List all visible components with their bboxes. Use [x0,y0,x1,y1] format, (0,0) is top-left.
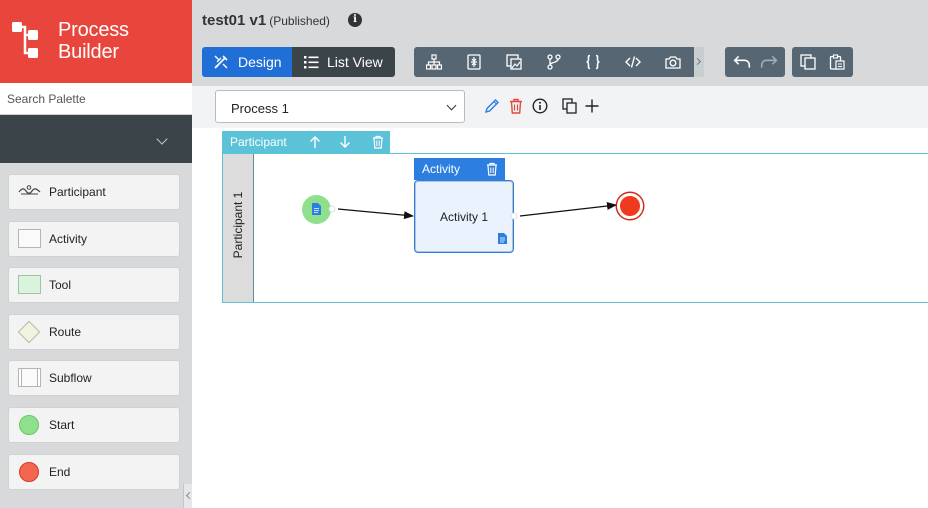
arrow-up-icon[interactable] [308,135,322,149]
copy-icon[interactable] [562,98,578,114]
copy-icon[interactable] [800,54,816,70]
process-title: test01 v1 [202,12,267,29]
process-select-value: Process 1 [231,101,289,116]
document-icon[interactable] [498,233,507,244]
sidebar-collapse-handle[interactable] [183,484,192,508]
participant-toolbar-label: Participant [230,135,287,149]
plus-icon[interactable] [584,98,600,114]
activity-node[interactable]: Activity 1 [414,180,514,253]
redo-icon[interactable] [760,53,778,71]
end-icon [19,461,39,482]
palette-item-label: Start [49,417,75,432]
info-circle-icon[interactable] [532,98,548,114]
participant-lane[interactable]: Participant 1 [222,153,928,303]
activity-icon [18,228,41,248]
palette-item-end[interactable]: End [8,453,180,490]
participant-name: Participant 1 [231,191,245,259]
image-icon[interactable] [506,54,522,70]
compress-icon[interactable] [466,54,482,70]
palette-item-participant[interactable]: Participant [8,174,180,210]
palette-item-label: Participant [49,185,106,199]
design-label: Design [238,54,282,70]
sidebar: Process Builder Participant Activity Too… [0,0,192,508]
search-palette-input[interactable] [0,83,192,115]
subflow-icon [18,368,41,388]
clipboard-toolbar [792,47,853,77]
trash-icon[interactable] [508,98,524,114]
palette-item-tool[interactable]: Tool [8,267,180,304]
camera-icon[interactable] [665,54,681,70]
info-icon[interactable]: i [348,13,362,27]
activity-name: Activity 1 [439,210,488,224]
tool-icon [18,275,41,295]
paste-icon[interactable] [829,54,845,70]
app-title-line1: Process [58,19,129,41]
code-icon[interactable] [625,54,641,70]
palette-list: Participant Activity Tool Route Subflow … [8,174,180,500]
activity-toolbar-label: Activity [422,162,461,176]
branch-icon[interactable] [546,54,562,70]
undo-icon[interactable] [733,53,751,71]
activity-toolbar: Activity [414,158,505,180]
end-node[interactable] [617,193,643,219]
app-title-line2: Builder [58,41,119,63]
trash-icon[interactable] [371,135,385,149]
header: test01 v1 (Published) i Design List View [192,0,928,86]
pencil-icon[interactable] [484,98,500,114]
palette-item-activity[interactable]: Activity [8,220,180,257]
palette-item-label: Activity [49,231,88,246]
participant-lane-header[interactable]: Participant 1 [223,154,254,302]
chevron-down-icon [446,100,457,111]
app-logo[interactable]: Process Builder [0,0,192,83]
design-view-button[interactable]: Design [202,47,292,77]
page-title: test01 v1 (Published) [202,12,330,29]
trash-icon[interactable] [485,162,499,176]
sitemap-icon[interactable] [426,54,442,70]
palette-category-dropdown[interactable] [0,115,192,163]
list-icon [304,56,319,69]
participant-toolbar: Participant [222,131,390,153]
status-badge: (Published) [269,14,330,28]
process-builder-logo-icon [12,22,38,58]
history-toolbar [725,47,785,77]
start-icon [19,414,39,435]
palette-item-label: End [49,464,71,479]
document-icon[interactable] [312,203,321,215]
list-view-button[interactable]: List View [292,47,395,77]
start-node[interactable] [302,195,331,224]
diagram-canvas[interactable]: Participant Participant 1 Activity Activ… [192,128,928,508]
process-select[interactable]: Process 1 [215,90,465,123]
palette-item-label: Subflow [49,371,92,386]
list-view-label: List View [327,54,383,70]
app-title: Process Builder [58,19,129,63]
braces-icon[interactable] [585,54,601,70]
chevron-down-icon [156,133,168,145]
palette-item-label: Tool [49,278,72,293]
diagram-tools-toolbar [414,47,704,77]
palette-item-start[interactable]: Start [8,406,180,443]
palette-item-subflow[interactable]: Subflow [8,360,180,397]
palette-item-route[interactable]: Route [8,313,180,350]
palette-item-label: Route [49,324,82,339]
design-tools-icon [214,55,228,69]
arrow-down-icon[interactable] [338,135,352,149]
participant-icon [18,185,41,195]
process-bar: Process 1 [192,86,928,128]
toolbar-scroll-right[interactable] [694,47,704,77]
route-icon [17,320,41,344]
